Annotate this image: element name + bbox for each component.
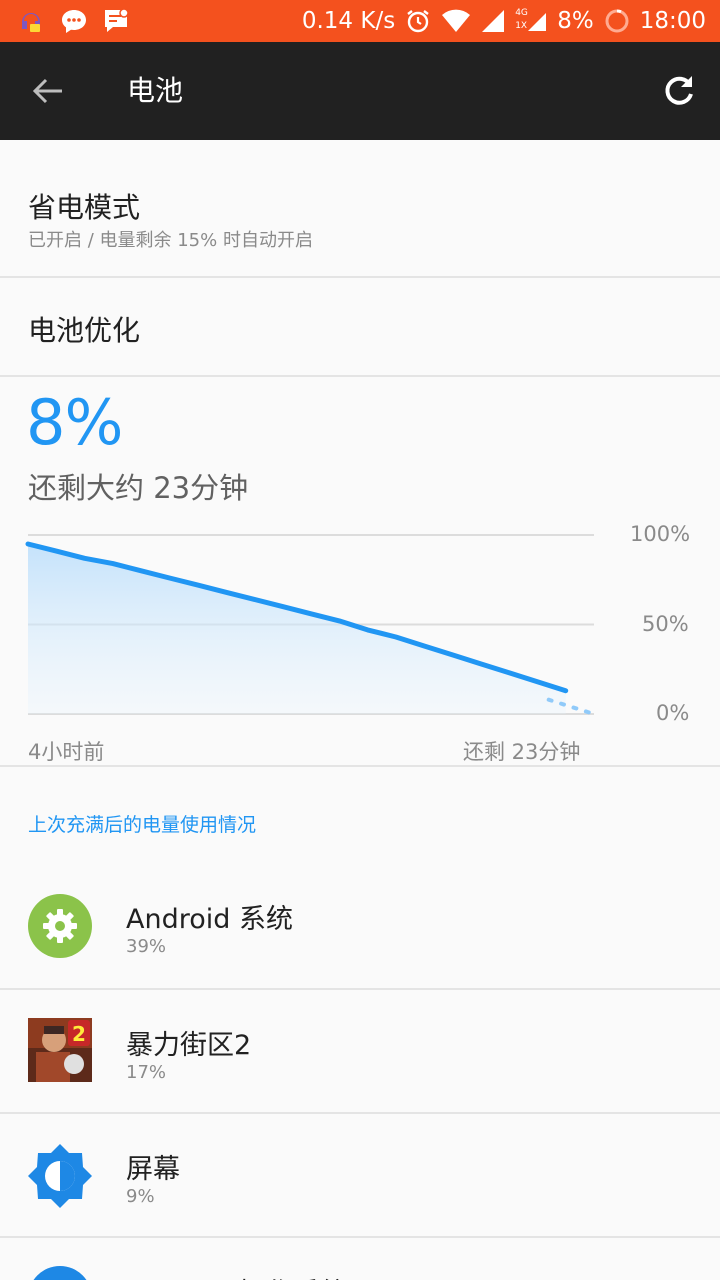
usage-item-screen[interactable]: 屏幕 9%: [0, 1114, 720, 1238]
battery-optimization-row[interactable]: 电池优化: [0, 278, 720, 375]
battery-area: [28, 544, 566, 714]
signal-icon: [481, 9, 505, 33]
battery-chart-svg: [25, 534, 596, 716]
refresh-icon[interactable]: [660, 72, 698, 110]
app-bar: 电池: [0, 42, 720, 140]
arrow-left-icon[interactable]: [30, 75, 66, 107]
usage-item-percent: 39%: [126, 936, 167, 957]
x-axis-end-label: 还剩 23分钟: [463, 740, 581, 764]
usage-item-android-system[interactable]: Android 系统 39%: [0, 864, 720, 988]
power-saving-row[interactable]: 省电模式 已开启 / 电量剩余 15% 时自动开启: [0, 140, 720, 277]
divider: [0, 375, 720, 377]
network-4g-label: 4G: [515, 8, 528, 18]
brightness-icon: [28, 1144, 92, 1208]
y-tick-label: 0%: [656, 701, 690, 725]
battery-history-chart: 100% 50% 0%: [0, 520, 720, 730]
usage-item-game[interactable]: 2 暴力街区2 17%: [0, 990, 720, 1114]
status-bar: 0.14 K/s 4G 1X 8% 18:00: [0, 0, 720, 42]
network-type-icon: 4G 1X: [515, 8, 547, 34]
battery-percent: 8%: [557, 8, 594, 34]
usage-item-percent: 9%: [126, 1186, 155, 1207]
chat-notification-icon: [60, 7, 88, 35]
y-tick-label: 100%: [630, 522, 691, 546]
usage-item-percent: 17%: [126, 1062, 167, 1083]
wifi-icon: [441, 9, 471, 33]
alarm-icon: [405, 8, 431, 34]
usage-item-name: 暴力街区2: [126, 1030, 252, 1061]
power-saving-subtitle: 已开启 / 电量剩余 15% 时自动开启: [28, 230, 313, 251]
x-axis-start-label: 4小时前: [28, 740, 105, 764]
usage-section-header: 上次充满后的电量使用情况: [28, 814, 257, 836]
battery-level-percent: 8%: [26, 386, 123, 459]
game-icon: 2: [28, 1018, 92, 1082]
clock: 18:00: [639, 8, 706, 34]
gear-icon: [28, 894, 92, 958]
divider: [0, 765, 720, 767]
page-title: 电池: [127, 74, 184, 107]
message-notification-icon: [102, 7, 130, 35]
battery-time-remaining: 还剩大约 23分钟: [28, 471, 249, 505]
headset-notification-icon: [16, 6, 46, 36]
net-speed: 0.14 K/s: [301, 8, 396, 34]
network-1x-label: 1X: [515, 21, 528, 31]
usage-item-android-os[interactable]: Android 操作系统: [0, 1238, 720, 1280]
power-saving-title: 省电模式: [28, 191, 141, 224]
battery-optimization-title: 电池优化: [28, 314, 141, 347]
game-logo-digit: 2: [72, 1022, 86, 1046]
usage-item-name: 屏幕: [126, 1154, 180, 1185]
usage-item-name: Android 系统: [126, 904, 293, 935]
usage-item-name: Android 操作系统: [126, 1271, 347, 1280]
y-tick-label: 50%: [642, 612, 689, 636]
battery-ring-icon: [604, 8, 630, 34]
android-icon: [28, 1266, 92, 1280]
